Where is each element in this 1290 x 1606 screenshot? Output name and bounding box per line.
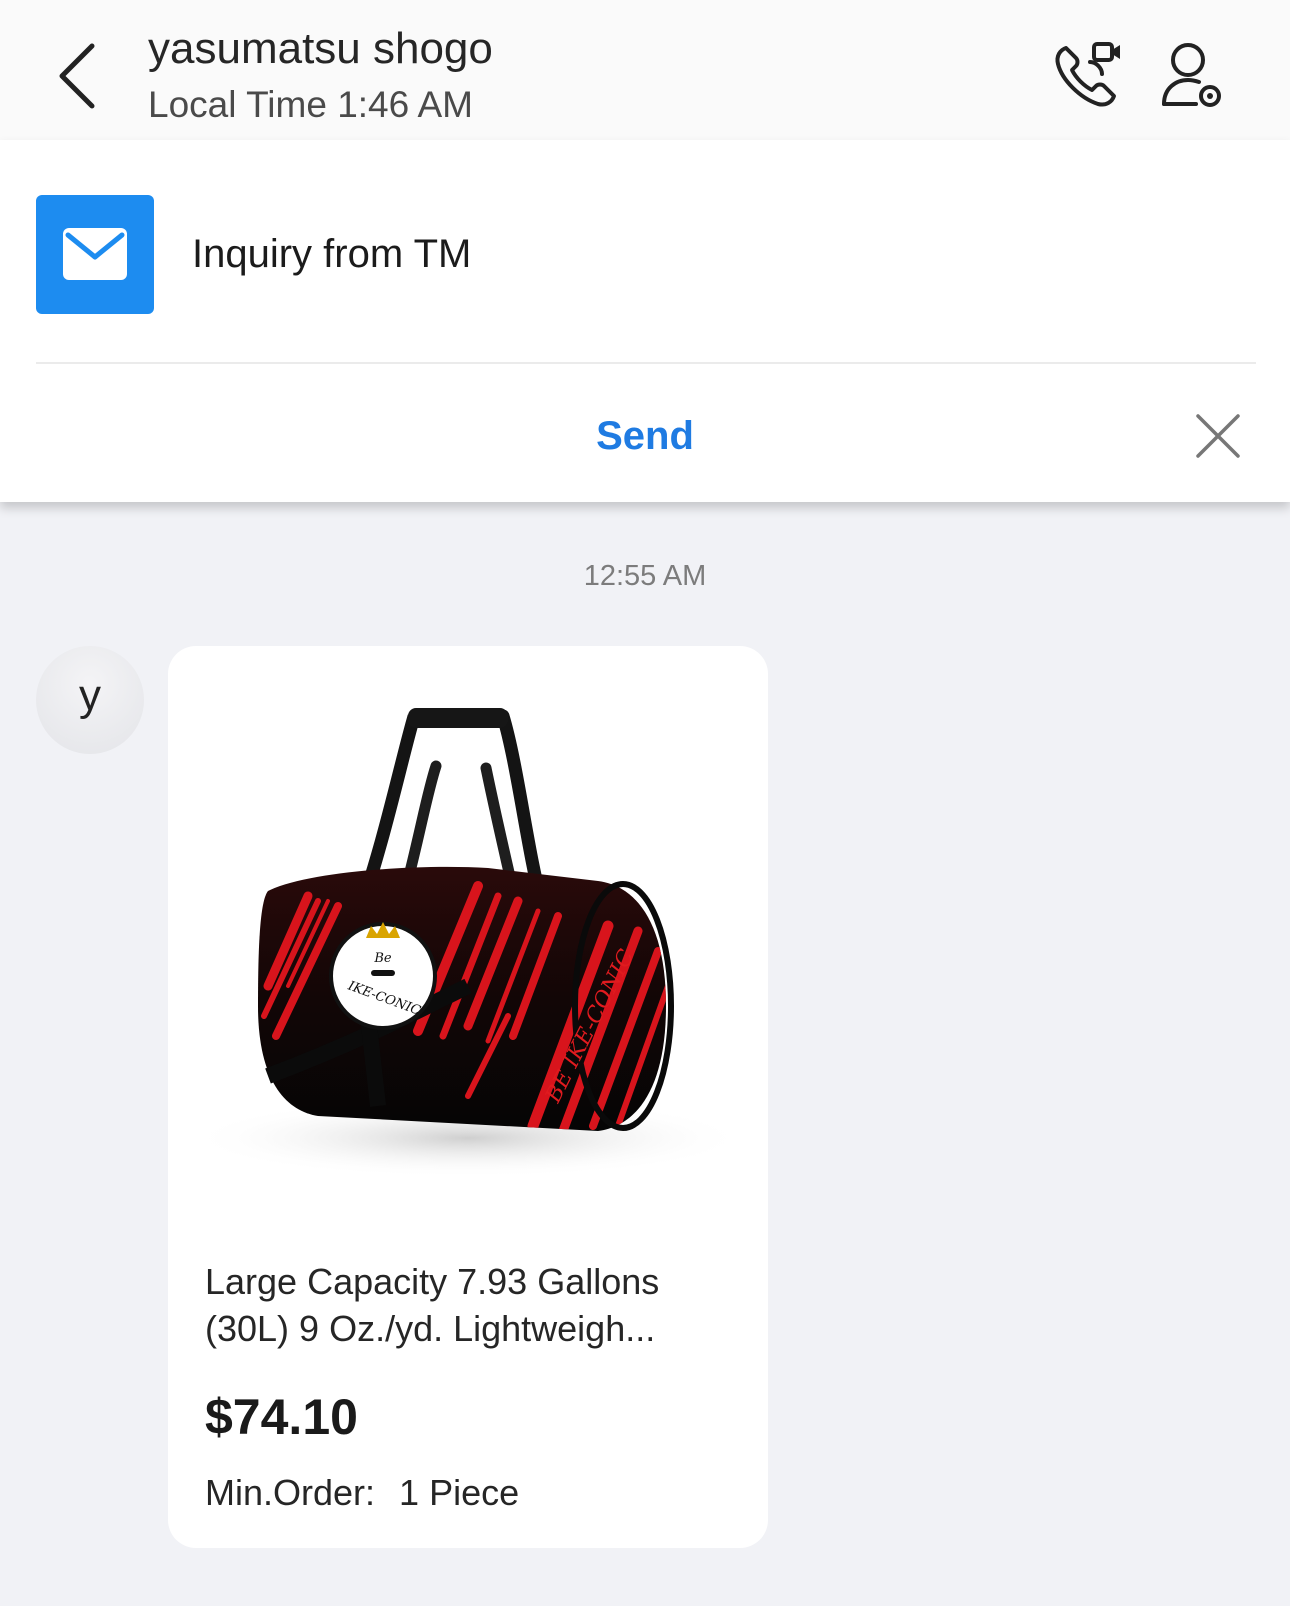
product-price: $74.10	[205, 1389, 358, 1445]
avatar[interactable]: y	[36, 646, 144, 754]
min-order: Min.Order: 1 Piece	[205, 1472, 519, 1514]
product-title-line-1: Large Capacity 7.93 Gallons	[205, 1261, 660, 1302]
mail-icon	[36, 195, 154, 314]
product-title[interactable]: Large Capacity 7.93 Gallons (30L) 9 Oz./…	[205, 1258, 735, 1352]
contact-name: yasumatsu shogo	[148, 24, 493, 73]
message-timestamp: 12:55 AM	[583, 560, 707, 592]
local-time: Local Time 1:46 AM	[148, 84, 473, 125]
product-card[interactable]: Be IKE-CONIC BE IKE-CONIC Large Capacity…	[168, 646, 768, 1548]
user-settings-icon[interactable]	[1158, 40, 1226, 112]
divider	[36, 362, 1256, 364]
inquiry-title: Inquiry from TM	[192, 232, 472, 276]
phone-video-icon[interactable]	[1052, 40, 1124, 112]
min-order-value: 1 Piece	[399, 1472, 520, 1513]
product-title-line-2: (30L) 9 Oz./yd. Lightweigh...	[205, 1308, 656, 1349]
logo-be-text: Be	[373, 951, 392, 966]
chat-header: yasumatsu shogo Local Time 1:46 AM	[0, 0, 1290, 140]
min-order-label: Min.Order:	[205, 1472, 376, 1513]
duffel-bag-photo[interactable]: Be IKE-CONIC BE IKE-CONIC	[168, 686, 768, 1246]
inquiry-sheet: Inquiry from TM Send	[0, 140, 1290, 502]
close-icon[interactable]	[1194, 412, 1242, 460]
send-button[interactable]: Send	[545, 408, 745, 464]
chevron-left-icon[interactable]	[52, 40, 106, 112]
envelope-icon	[63, 228, 127, 280]
